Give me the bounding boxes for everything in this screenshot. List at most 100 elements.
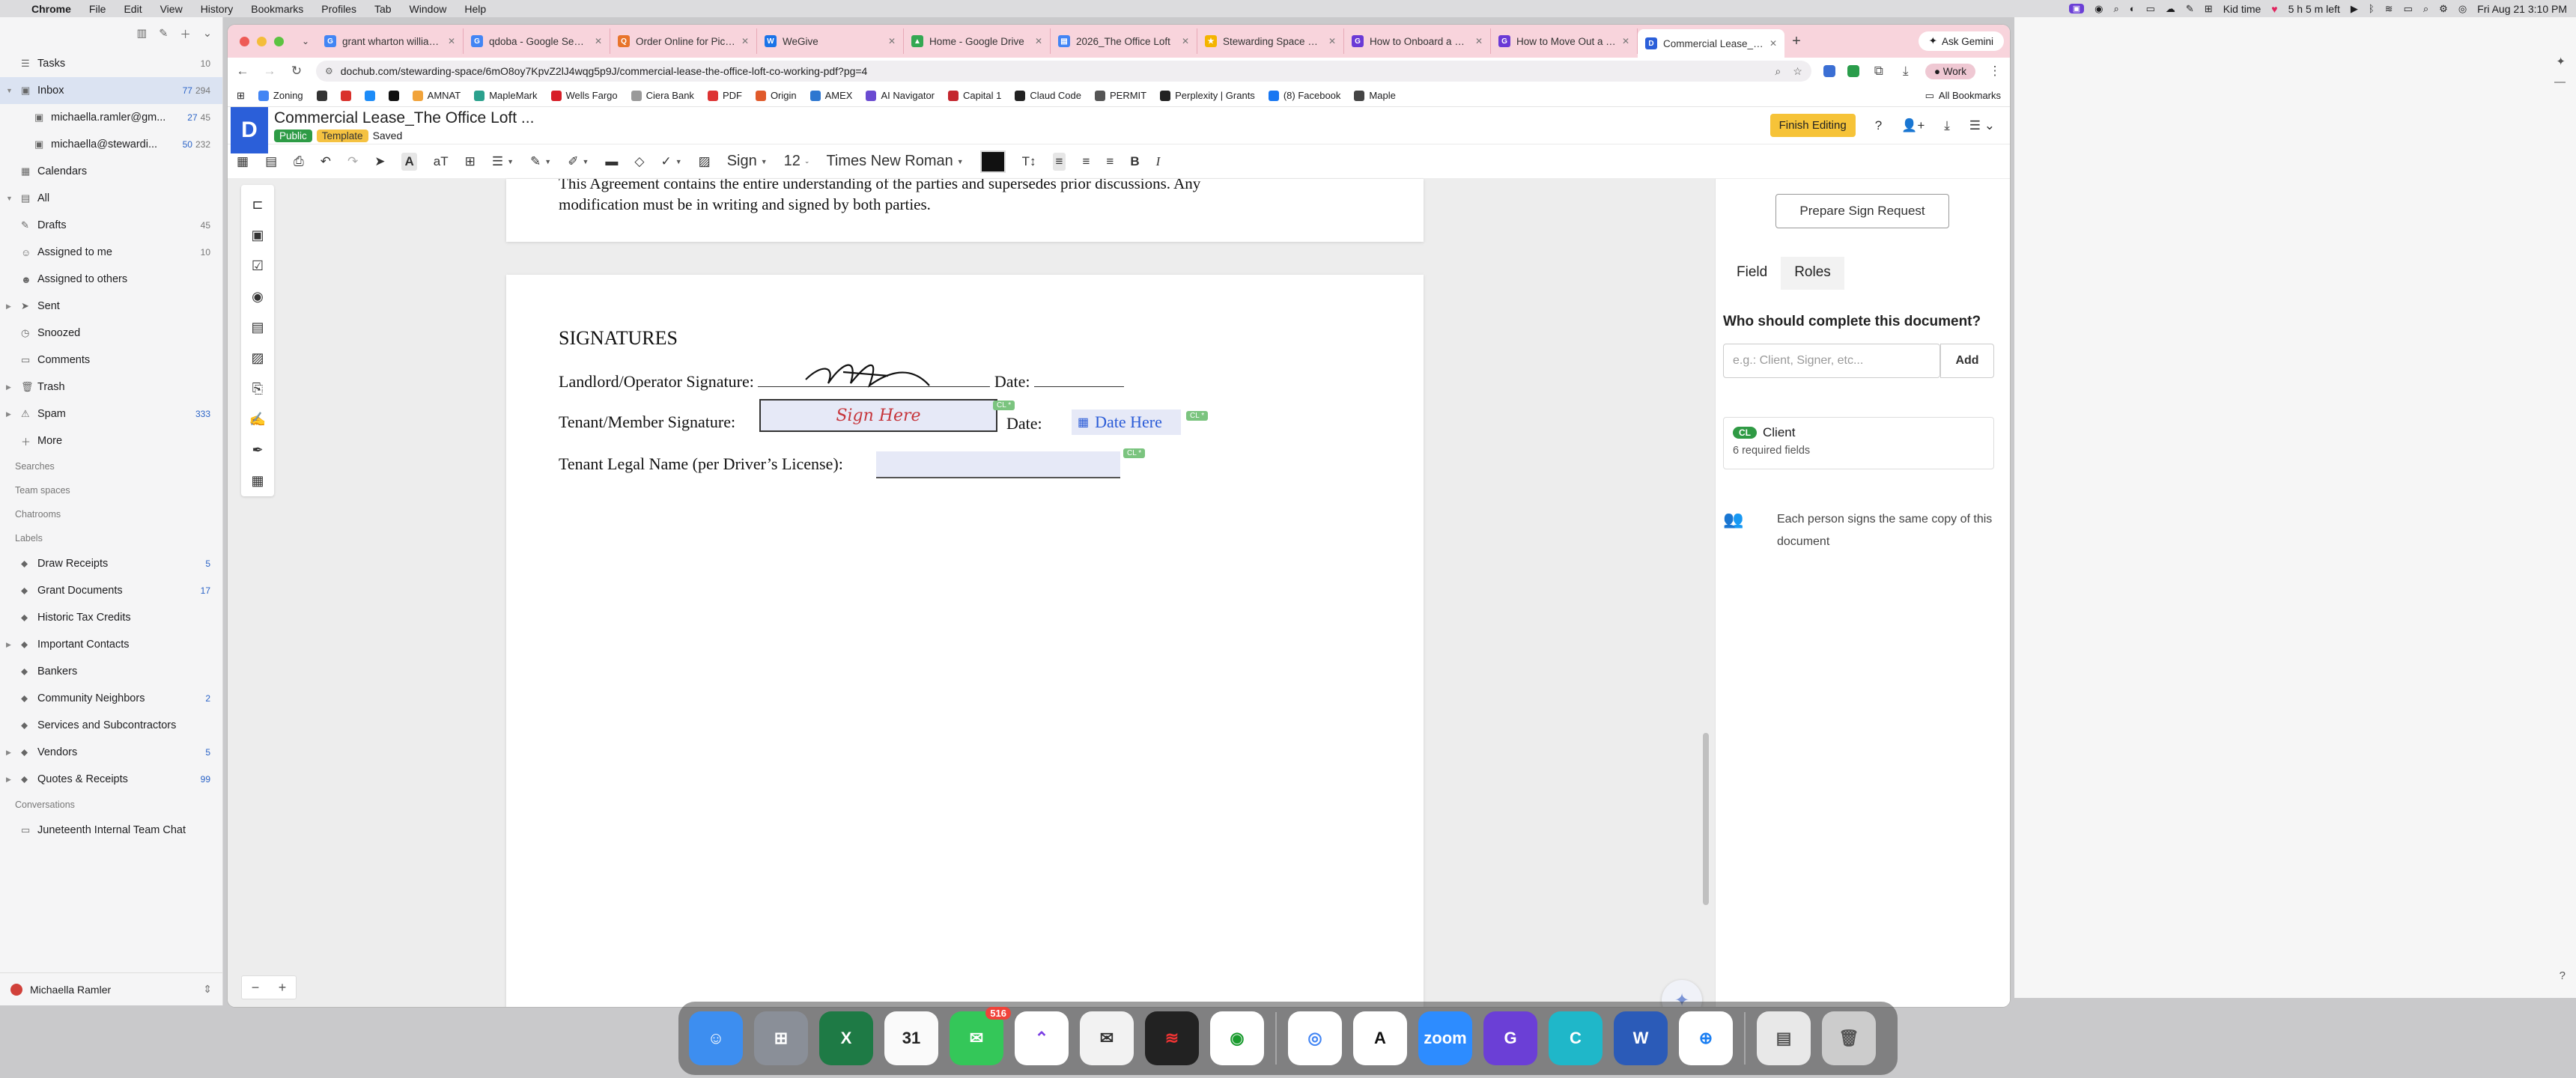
- bookmark-item[interactable]: [364, 90, 375, 101]
- bookmark-item[interactable]: Capital 1: [948, 90, 1001, 101]
- add-person-icon[interactable]: 👤+: [1901, 118, 1925, 133]
- bookmark-item[interactable]: [340, 90, 351, 101]
- bookmark-item[interactable]: [388, 90, 399, 101]
- zoom-in-button[interactable]: +: [269, 976, 296, 999]
- section-conversations[interactable]: Conversations: [0, 793, 222, 817]
- play-icon[interactable]: ▶: [2351, 3, 2358, 15]
- menu-kebab-icon[interactable]: ⋮: [1987, 64, 2002, 79]
- close-tab-icon[interactable]: ✕: [1770, 38, 1777, 49]
- menu-profiles[interactable]: Profiles: [312, 3, 365, 15]
- caret-right-icon[interactable]: ▶: [6, 383, 11, 392]
- bookmark-item[interactable]: MapleMark: [474, 90, 538, 101]
- menu-file[interactable]: File: [80, 3, 115, 15]
- caret-down-icon[interactable]: ▼: [6, 87, 13, 94]
- sidebar-item-comments[interactable]: ▭ Comments: [0, 347, 222, 374]
- messages-icon[interactable]: ✉ 516: [950, 1007, 1011, 1065]
- forward-icon[interactable]: →: [262, 64, 277, 79]
- browser-tab[interactable]: G How to Onboard a New ✕: [1344, 28, 1491, 54]
- sidebar-item-all[interactable]: ▼ ▤ All: [0, 185, 222, 212]
- image-field-icon[interactable]: ▨: [251, 343, 264, 374]
- sign-dropdown[interactable]: Sign ▼: [727, 153, 768, 170]
- control-center-icon[interactable]: ⚙: [2439, 3, 2448, 15]
- label-item[interactable]: ▶ ⬥ Quotes & Receipts 99: [0, 766, 222, 793]
- profile-button[interactable]: ● Work: [1925, 63, 1975, 79]
- grid-icon[interactable]: ⊞: [2205, 3, 2213, 15]
- sidebar-item-inbox[interactable]: ▼ ▣ Inbox 77 294: [0, 77, 222, 104]
- close-tab-icon[interactable]: ✕: [741, 36, 749, 46]
- font-family-dropdown[interactable]: Times New Roman ▼: [826, 153, 963, 170]
- label-item[interactable]: ⬥ Community Neighbors 2: [0, 685, 222, 712]
- ask-gemini-button[interactable]: ✦ Ask Gemini: [1918, 31, 2004, 51]
- wifi-icon[interactable]: ≋: [2385, 3, 2393, 15]
- list-tool[interactable]: ☰ ▼: [492, 154, 514, 169]
- menu-tab[interactable]: Tab: [365, 3, 401, 15]
- bookmark-item[interactable]: AMEX: [809, 90, 852, 101]
- menu-chrome[interactable]: Chrome: [22, 3, 80, 15]
- app-icon[interactable]: ✎: [2186, 3, 2194, 15]
- bookmark-item[interactable]: Ciera Bank: [631, 90, 694, 101]
- close-window-button[interactable]: [240, 36, 249, 46]
- text-color-swatch[interactable]: [979, 150, 1006, 173]
- add-role-button[interactable]: Add: [1940, 344, 1994, 378]
- bookmark-item[interactable]: Origin: [755, 90, 797, 101]
- tab-search-chevron-icon[interactable]: ⌄: [294, 36, 317, 46]
- sidebar-item-more[interactable]: ＋ More: [0, 427, 222, 454]
- zoom-icon[interactable]: ⌕: [1775, 65, 1781, 78]
- label-item[interactable]: ▶ ⬥ Important Contacts: [0, 631, 222, 658]
- bookmark-item[interactable]: Maple: [1354, 90, 1396, 101]
- bookmark-item[interactable]: PERMIT: [1094, 90, 1146, 101]
- bookmark-star-icon[interactable]: ☆: [1793, 65, 1802, 78]
- bookmark-item[interactable]: (8) Facebook: [1268, 90, 1340, 101]
- caret-down-icon[interactable]: ▼: [6, 195, 13, 202]
- menu-help[interactable]: Help: [455, 3, 495, 15]
- label-item[interactable]: ⬥ Draw Receipts 5: [0, 550, 222, 577]
- font-size-dropdown[interactable]: 12 ⌄: [784, 153, 810, 170]
- checkmark-tool[interactable]: ✓ ▼: [660, 154, 681, 169]
- add-icon[interactable]: ＋: [180, 26, 191, 42]
- reload-icon[interactable]: ↻: [289, 64, 304, 79]
- cloud-icon[interactable]: ☁: [2166, 3, 2175, 15]
- apps-grid-icon[interactable]: ⊞: [237, 90, 245, 102]
- checkbox-icon[interactable]: ☑: [252, 251, 264, 281]
- date-field-icon[interactable]: ▦: [251, 466, 264, 496]
- extension-icon[interactable]: [1823, 65, 1835, 77]
- bookmark-item[interactable]: Wells Fargo: [550, 90, 618, 101]
- text-size-tool-icon[interactable]: aT: [434, 154, 449, 169]
- text-tool-icon[interactable]: A: [401, 152, 417, 171]
- sidebar-item-tasks[interactable]: ☰ Tasks 10: [0, 50, 222, 77]
- status-icon[interactable]: ◉: [2094, 3, 2103, 15]
- role-card-client[interactable]: CL Client 6 required fields: [1723, 417, 1994, 469]
- help-icon[interactable]: ?: [2560, 969, 2566, 982]
- sidebar-item-spam[interactable]: ▶ ⚠ Spam 333: [0, 401, 222, 427]
- signature-icon[interactable]: ✍: [249, 404, 266, 435]
- public-badge[interactable]: Public: [274, 129, 312, 142]
- label-item[interactable]: ⬥ Services and Subcontractors: [0, 712, 222, 739]
- browser-tab[interactable]: G How to Move Out a Te ✕: [1491, 28, 1638, 54]
- template-badge[interactable]: Template: [316, 129, 368, 142]
- minimize-icon[interactable]: —: [2554, 76, 2566, 88]
- back-icon[interactable]: ←: [235, 64, 250, 79]
- sign-here-field[interactable]: Sign Here: [759, 399, 997, 432]
- align-right-icon[interactable]: ≡: [1106, 154, 1114, 169]
- screen-icon[interactable]: ▭: [2146, 3, 2155, 15]
- download-icon[interactable]: ⤓: [1944, 118, 1950, 133]
- extension-icon[interactable]: [1847, 65, 1859, 77]
- sidebar-item-calendars[interactable]: ▦ Calendars: [0, 158, 222, 185]
- close-tab-icon[interactable]: ✕: [1622, 36, 1629, 46]
- hamburger-menu-icon[interactable]: ☰ ⌄: [1969, 118, 1995, 133]
- role-input[interactable]: e.g.: Client, Signer, etc...: [1723, 344, 1940, 378]
- menu-edit[interactable]: Edit: [115, 3, 151, 15]
- caret-right-icon[interactable]: ▶: [6, 410, 11, 418]
- account-switcher[interactable]: Michaella Ramler ⇕: [0, 972, 222, 1005]
- image-icon[interactable]: ▨: [699, 154, 711, 169]
- section-searches[interactable]: Searches: [0, 454, 222, 478]
- clickup-icon[interactable]: ⌃: [1015, 1011, 1069, 1065]
- pen-tool[interactable]: ✎ ▼: [530, 154, 551, 169]
- chevron-down-icon[interactable]: ⌄: [203, 28, 212, 40]
- bookmark-item[interactable]: Zoning: [258, 90, 303, 101]
- finish-editing-button[interactable]: Finish Editing: [1770, 114, 1856, 137]
- voice-memos-icon[interactable]: ≋: [1145, 1011, 1199, 1065]
- bold-icon[interactable]: B: [1130, 154, 1139, 169]
- caret-right-icon[interactable]: ▶: [6, 641, 11, 649]
- select-pointer-icon[interactable]: ➤: [374, 154, 385, 169]
